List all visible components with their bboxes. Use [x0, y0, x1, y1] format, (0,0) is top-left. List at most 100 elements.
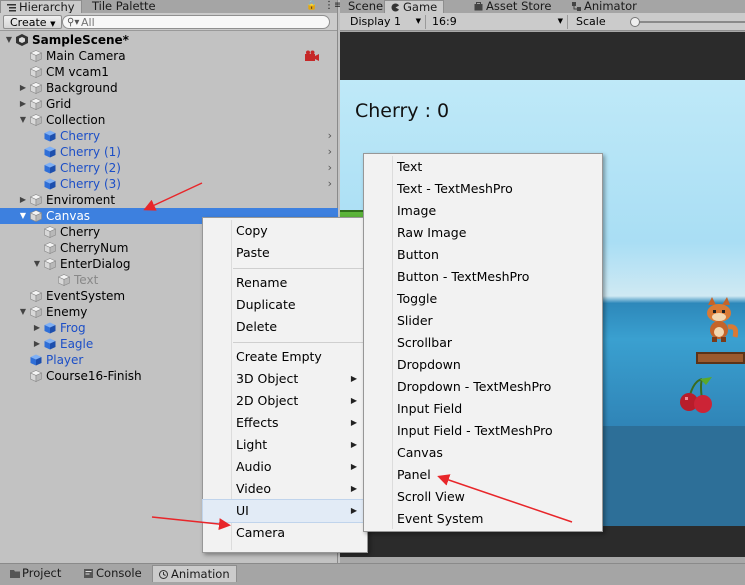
- menu-item-effects[interactable]: Effects ▶: [203, 412, 367, 434]
- open-prefab-chevron-icon[interactable]: ›: [328, 160, 332, 176]
- expand-right-icon[interactable]: ▶: [32, 320, 42, 336]
- tab-hierarchy[interactable]: Hierarchy: [0, 0, 82, 13]
- menu-item-input-field-textmeshpro[interactable]: Input Field - TextMeshPro: [364, 420, 602, 442]
- hierarchy-item[interactable]: Cherry ›: [0, 128, 338, 144]
- menu-item-copy[interactable]: Copy: [203, 220, 367, 242]
- menu-item-scroll-view[interactable]: Scroll View: [364, 486, 602, 508]
- cube-icon: [44, 226, 56, 238]
- open-prefab-chevron-icon[interactable]: ›: [328, 128, 332, 144]
- expand-right-icon[interactable]: ▶: [32, 336, 42, 352]
- menu-item-image[interactable]: Image: [364, 200, 602, 222]
- menu-item-button[interactable]: Button: [364, 244, 602, 266]
- menu-item-raw-image[interactable]: Raw Image: [364, 222, 602, 244]
- search-box[interactable]: ⚲▾: [62, 15, 330, 29]
- tab-animation[interactable]: Animation: [152, 565, 237, 582]
- hierarchy-item[interactable]: Cherry (2) ›: [0, 160, 338, 176]
- menu-item-scrollbar[interactable]: Scrollbar: [364, 332, 602, 354]
- menu-item-text-textmeshpro[interactable]: Text - TextMeshPro: [364, 178, 602, 200]
- expand-down-icon[interactable]: ▼: [18, 304, 28, 320]
- expand-down-icon[interactable]: ▼: [4, 32, 14, 48]
- expand-right-icon[interactable]: ▶: [18, 192, 28, 208]
- menu-item-2d-object[interactable]: 2D Object ▶: [203, 390, 367, 412]
- menu-item-3d-object[interactable]: 3D Object ▶: [203, 368, 367, 390]
- menu-item-label: Text: [397, 159, 423, 174]
- hierarchy-item-label: Player: [46, 353, 84, 367]
- search-input[interactable]: [81, 16, 311, 28]
- hierarchy-item[interactable]: Cherry (1) ›: [0, 144, 338, 160]
- menu-item-label: Button - TextMeshPro: [397, 269, 530, 284]
- console-icon: [84, 566, 93, 578]
- menu-item-slider[interactable]: Slider: [364, 310, 602, 332]
- expand-right-icon[interactable]: ▶: [18, 96, 28, 112]
- menu-item-video[interactable]: Video ▶: [203, 478, 367, 500]
- cube-icon: [30, 114, 42, 126]
- tab-asset-store[interactable]: Asset Store: [468, 0, 558, 13]
- menu-item-input-field[interactable]: Input Field: [364, 398, 602, 420]
- tab-project-label: Project: [22, 566, 62, 580]
- hierarchy-item[interactable]: ▶ Grid: [0, 96, 338, 112]
- menu-item-label: Panel: [397, 467, 431, 482]
- menu-item-label: Duplicate: [236, 297, 296, 312]
- tab-project[interactable]: Project: [4, 565, 67, 582]
- scale-slider-track[interactable]: [632, 21, 745, 23]
- menu-item-rename[interactable]: Rename: [203, 272, 367, 294]
- tab-tile-palette[interactable]: Tile Palette: [86, 0, 162, 13]
- expand-down-icon[interactable]: ▼: [32, 256, 42, 272]
- menu-item-label: Paste: [236, 245, 270, 260]
- create-button[interactable]: Create ▼: [3, 15, 63, 29]
- menu-item-label: Scrollbar: [397, 335, 452, 350]
- menu-item-dropdown[interactable]: Dropdown: [364, 354, 602, 376]
- menu-item-toggle[interactable]: Toggle: [364, 288, 602, 310]
- aspect-select[interactable]: 16:9 ▼: [428, 15, 568, 29]
- hierarchy-item-label: Cherry: [60, 225, 101, 239]
- menu-item-panel[interactable]: Panel: [364, 464, 602, 486]
- menu-item-event-system[interactable]: Event System: [364, 508, 602, 530]
- menu-item-create-empty[interactable]: Create Empty: [203, 346, 367, 368]
- menu-item-canvas[interactable]: Canvas: [364, 442, 602, 464]
- menu-item-label: Dropdown - TextMeshPro: [397, 379, 552, 394]
- hierarchy-item[interactable]: Cherry (3) ›: [0, 176, 338, 192]
- tab-scene[interactable]: Scene: [342, 0, 389, 13]
- menu-item-camera[interactable]: Camera: [203, 522, 367, 544]
- expand-down-icon[interactable]: ▼: [18, 112, 28, 128]
- bottom-tabbar: Project Console Animation: [0, 563, 745, 585]
- menu-item-audio[interactable]: Audio ▶: [203, 456, 367, 478]
- menu-item-label: Dropdown: [397, 357, 461, 372]
- hierarchy-item[interactable]: ▶ Enviroment: [0, 192, 338, 208]
- menu-item-label: Input Field: [397, 401, 463, 416]
- open-prefab-chevron-icon[interactable]: ›: [328, 176, 332, 192]
- menu-item-duplicate[interactable]: Duplicate: [203, 294, 367, 316]
- tab-game[interactable]: Game: [384, 0, 445, 14]
- submenu-arrow-icon: ▶: [350, 484, 357, 493]
- menu-item-paste[interactable]: Paste: [203, 242, 367, 264]
- menu-item-delete[interactable]: Delete: [203, 316, 367, 338]
- game-toolbar: Display 1 ▼ 16:9 ▼ Scale: [340, 13, 745, 31]
- hierarchy-item[interactable]: Main Camera: [0, 48, 338, 64]
- game-tabbar: Scene Game Asset Store Animator: [340, 0, 745, 13]
- ui-submenu: Text Text - TextMeshPro Image Raw Image Butt…: [363, 153, 603, 532]
- display-select[interactable]: Display 1 ▼: [346, 15, 426, 29]
- tab-game-label: Game: [403, 0, 438, 14]
- menu-item-label: Button: [397, 247, 439, 262]
- menu-item-ui[interactable]: UI ▶: [202, 499, 368, 523]
- expand-right-icon[interactable]: ▶: [18, 80, 28, 96]
- score-text: Cherry : 0: [355, 100, 450, 122]
- menu-item-label: Create Empty: [236, 349, 322, 364]
- menu-item-button-textmeshpro[interactable]: Button - TextMeshPro: [364, 266, 602, 288]
- scale-slider-thumb[interactable]: [630, 17, 640, 27]
- hierarchy-item[interactable]: ▶ Background: [0, 80, 338, 96]
- tab-animation-label: Animation: [171, 567, 230, 581]
- menu-item-light[interactable]: Light ▶: [203, 434, 367, 456]
- hierarchy-item[interactable]: ▼ SampleScene*: [0, 32, 338, 48]
- hierarchy-item[interactable]: ▼ Collection: [0, 112, 338, 128]
- hierarchy-item-label: Background: [46, 81, 118, 95]
- menu-item-text[interactable]: Text: [364, 156, 602, 178]
- hierarchy-item-label: Text: [74, 273, 99, 287]
- hierarchy-item[interactable]: CM vcam1: [0, 64, 338, 80]
- menu-item-label: Toggle: [397, 291, 438, 306]
- tab-console[interactable]: Console: [78, 565, 148, 582]
- tab-animator[interactable]: Animator: [566, 0, 643, 13]
- expand-down-icon[interactable]: ▼: [18, 208, 28, 224]
- menu-item-dropdown-textmeshpro[interactable]: Dropdown - TextMeshPro: [364, 376, 602, 398]
- open-prefab-chevron-icon[interactable]: ›: [328, 144, 332, 160]
